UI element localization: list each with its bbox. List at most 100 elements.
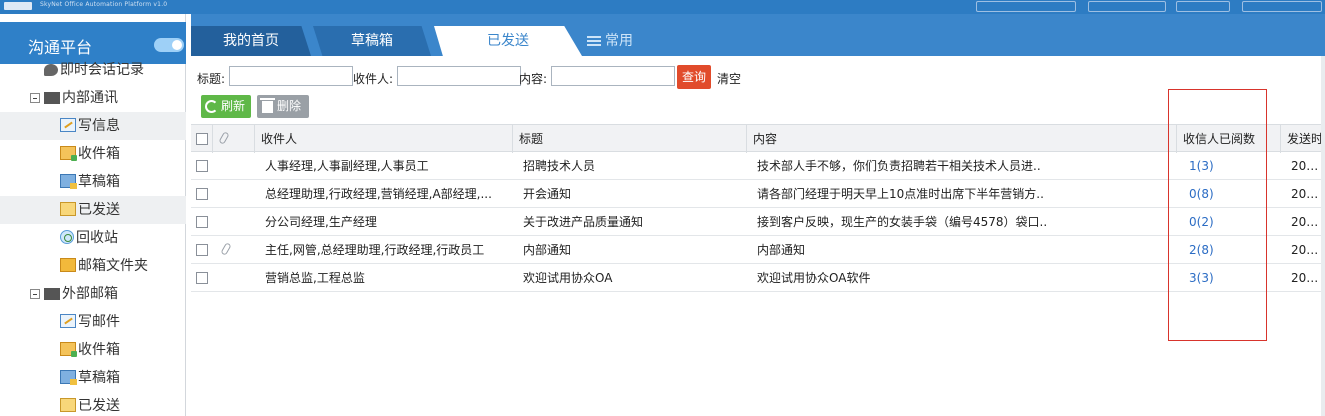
row-attachment-cell xyxy=(213,152,255,180)
header-attachment-cell xyxy=(213,125,255,153)
row-title[interactable]: 招聘技术人员 xyxy=(513,152,747,180)
clear-button[interactable]: 清空 xyxy=(717,70,741,87)
sidebar-item-label: 收件箱 xyxy=(78,342,120,358)
table-row[interactable]: 总经理助理,行政经理,营销经理,A部经理,... 开会通知 请各部门经理于明天早… xyxy=(191,180,1325,208)
row-attachment-cell xyxy=(213,236,255,264)
sidebar-item-external-sent[interactable]: 已发送 xyxy=(60,392,120,416)
row-checkbox[interactable] xyxy=(196,216,208,228)
row-read-count-link[interactable]: 1(3) xyxy=(1177,152,1281,180)
header-content[interactable]: 内容 xyxy=(747,125,1177,153)
row-read-count-link[interactable]: 0(8) xyxy=(1177,180,1281,208)
query-button[interactable]: 查询 xyxy=(677,65,711,89)
top-toolbar-button-4[interactable] xyxy=(1242,1,1322,12)
select-all-checkbox[interactable] xyxy=(196,133,208,145)
mailbox-icon xyxy=(44,92,60,104)
drafts-icon xyxy=(60,370,77,385)
sidebar-item-chat-history[interactable]: 即时会话记录 xyxy=(44,56,144,84)
row-receiver: 营销总监,工程总监 xyxy=(265,271,365,285)
row-send-time: 2013- xyxy=(1291,243,1325,257)
refresh-button[interactable]: 刷新 xyxy=(201,95,251,118)
row-checkbox-cell xyxy=(191,264,213,292)
mail-folder-icon xyxy=(60,258,76,272)
sidebar-item-mail-folder[interactable]: 邮箱文件夹 xyxy=(60,252,148,280)
row-attachment-cell xyxy=(213,208,255,236)
sidebar-item-internal-comm[interactable]: 内部通讯 xyxy=(30,84,118,112)
row-send-time: 2013- xyxy=(1291,215,1325,229)
header-receiver[interactable]: 收件人 xyxy=(255,125,513,153)
sidebar-item-recycle-bin[interactable]: 回收站 xyxy=(60,224,118,252)
row-attachment-cell xyxy=(213,264,255,292)
row-checkbox[interactable] xyxy=(196,244,208,256)
content-label: 内容: xyxy=(519,72,548,86)
sidebar-item-write-mail[interactable]: 写邮件 xyxy=(60,308,120,336)
row-content: 技术部人手不够，你们负责招聘若干相关技术人员进.. xyxy=(757,159,1041,173)
header-send-time[interactable]: 发送时 xyxy=(1281,125,1325,153)
row-checkbox[interactable] xyxy=(196,272,208,284)
recycle-bin-icon xyxy=(60,230,74,244)
title-search-input[interactable] xyxy=(229,66,353,86)
sidebar-item-label: 回收站 xyxy=(76,230,118,246)
row-receiver: 总经理助理,行政经理,营销经理,A部经理,... xyxy=(265,187,492,201)
row-read-count-link[interactable]: 0(2) xyxy=(1177,208,1281,236)
top-toolbar-button-2[interactable] xyxy=(1088,1,1166,12)
table-row[interactable]: 分公司经理,生产经理 关于改进产品质量通知 接到客户反映，现生产的女装手袋（编号… xyxy=(191,208,1325,236)
tab-bar: 我的首页 草稿箱 已发送 常用 xyxy=(191,14,1325,56)
top-toolbar-button-1[interactable] xyxy=(976,1,1076,12)
sidebar-item-label: 写邮件 xyxy=(78,314,120,330)
row-read-count-link[interactable]: 2(8) xyxy=(1177,236,1281,264)
header-read-count[interactable]: 收信人已阅数 xyxy=(1177,125,1281,153)
tab-common[interactable]: 常用 xyxy=(587,26,667,56)
row-send-time: 2013- xyxy=(1291,159,1325,173)
sidebar-item-inbox[interactable]: 收件箱 xyxy=(60,140,120,168)
receiver-search-input[interactable] xyxy=(397,66,521,86)
sidebar-item-write-message[interactable]: 写信息 xyxy=(0,112,186,140)
row-checkbox[interactable] xyxy=(196,188,208,200)
write-icon xyxy=(60,314,76,328)
sidebar: 沟通平台 即时会话记录 内部通讯 写信息 收件箱 草稿箱 已发送 回收站 邮箱文… xyxy=(0,14,186,416)
row-send-time: 2012- xyxy=(1291,271,1325,285)
sidebar-item-drafts[interactable]: 草稿箱 xyxy=(60,168,120,196)
top-strip: SkyNet Office Automation Platform v1.0 xyxy=(0,0,1325,14)
row-checkbox-cell xyxy=(191,236,213,264)
sidebar-item-external-drafts[interactable]: 草稿箱 xyxy=(60,364,120,392)
sidebar-item-external-mail[interactable]: 外部邮箱 xyxy=(30,280,118,308)
collapse-icon[interactable] xyxy=(30,289,40,299)
row-checkbox-cell xyxy=(191,208,213,236)
table-row[interactable]: 主任,网管,总经理助理,行政经理,行政员工 内部通知 内部通知 2(8) 201… xyxy=(191,236,1325,264)
sidebar-title: 沟通平台 xyxy=(28,38,93,57)
receiver-label: 收件人: xyxy=(353,72,394,86)
row-content: 欢迎试用协众OA软件 xyxy=(757,271,871,285)
mailbox-icon xyxy=(44,288,60,300)
top-toolbar-button-3[interactable] xyxy=(1176,1,1230,12)
row-receiver: 主任,网管,总经理助理,行政经理,行政员工 xyxy=(265,243,485,257)
sidebar-item-label: 草稿箱 xyxy=(78,370,120,386)
row-title[interactable]: 关于改进产品质量通知 xyxy=(513,208,747,236)
header-title[interactable]: 标题 xyxy=(513,125,747,153)
right-scroll-edge[interactable] xyxy=(1321,56,1325,416)
title-label: 标题: xyxy=(197,72,226,86)
trash-icon xyxy=(260,98,275,113)
sidebar-item-sent[interactable]: 已发送 xyxy=(0,196,186,224)
row-read-count-link[interactable]: 3(3) xyxy=(1177,264,1281,292)
row-title[interactable]: 开会通知 xyxy=(513,180,747,208)
row-title[interactable]: 欢迎试用协众OA xyxy=(513,264,747,292)
delete-button[interactable]: 删除 xyxy=(257,95,309,118)
content-search-input[interactable] xyxy=(551,66,675,86)
table-row[interactable]: 营销总监,工程总监 欢迎试用协众OA 欢迎试用协众OA软件 3(3) 2012- xyxy=(191,264,1325,292)
sidebar-item-label: 邮箱文件夹 xyxy=(78,258,148,274)
row-checkbox[interactable] xyxy=(196,160,208,172)
sidebar-item-external-inbox[interactable]: 收件箱 xyxy=(60,336,120,364)
sidebar-toggle[interactable] xyxy=(154,38,184,52)
tab-sent[interactable]: 已发送 xyxy=(434,26,582,56)
tab-drafts[interactable]: 草稿箱 xyxy=(313,26,431,56)
table-row[interactable]: 人事经理,人事副经理,人事员工 招聘技术人员 技术部人手不够，你们负责招聘若干相… xyxy=(191,152,1325,180)
paperclip-icon xyxy=(218,131,230,145)
sidebar-item-label: 内部通讯 xyxy=(62,90,118,106)
logo xyxy=(4,2,32,10)
attachment-icon[interactable] xyxy=(220,242,232,256)
row-title[interactable]: 内部通知 xyxy=(513,236,747,264)
inbox-icon xyxy=(60,342,77,357)
collapse-icon[interactable] xyxy=(30,93,40,103)
sidebar-item-label: 外部邮箱 xyxy=(62,286,118,302)
tab-home[interactable]: 我的首页 xyxy=(191,26,311,56)
